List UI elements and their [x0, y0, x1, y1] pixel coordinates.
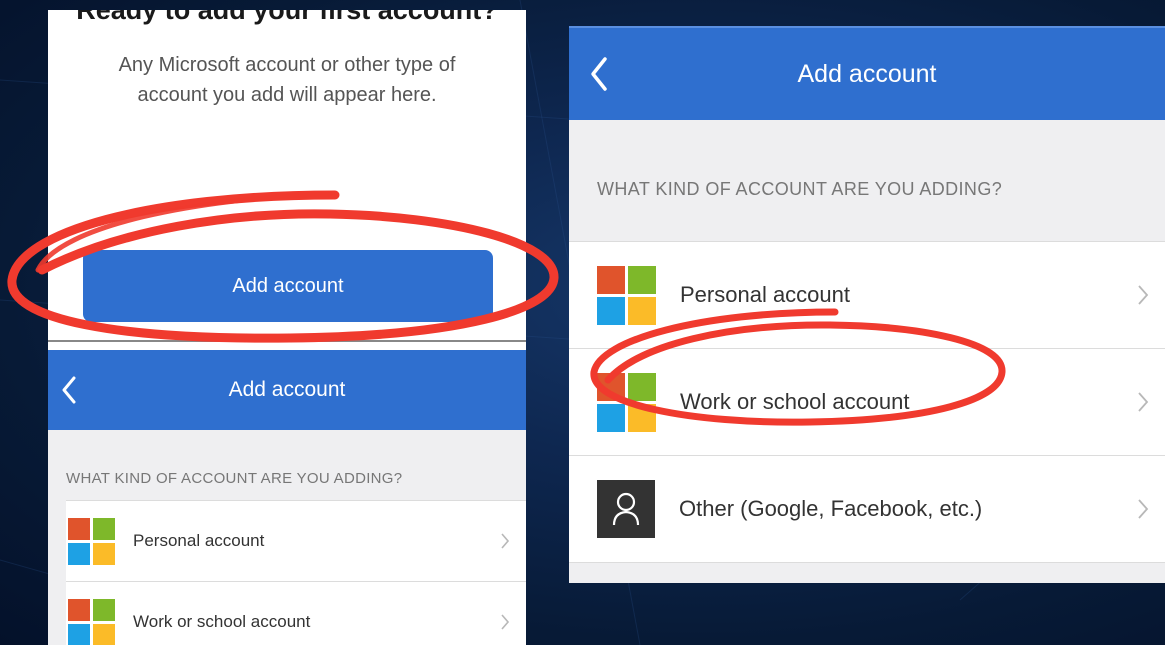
- list-item-label: Personal account: [133, 531, 265, 550]
- header-title: Add account: [228, 378, 346, 401]
- list-item-work-or-school-account[interactable]: Work or school account: [569, 349, 1165, 456]
- panel-divider: [48, 340, 526, 342]
- section-label: WHAT KIND OF ACCOUNT ARE YOU ADDING?: [66, 470, 403, 487]
- chevron-left-icon: [62, 376, 76, 404]
- add-account-header: Add account: [569, 26, 1165, 120]
- empty-state-section: Ready to add your first account? Any Mic…: [48, 10, 526, 340]
- chevron-right-icon: [1138, 285, 1149, 305]
- list-item-personal-account[interactable]: Personal account: [66, 500, 526, 582]
- microsoft-logo-icon: [68, 517, 115, 565]
- empty-state-heading: Ready to add your first account?: [76, 10, 498, 25]
- empty-state-description: Any Microsoft account or other type of a…: [118, 54, 456, 106]
- add-account-button[interactable]: Add account: [83, 250, 493, 322]
- chevron-right-icon: [1138, 499, 1149, 519]
- list-item-work-or-school-account[interactable]: Work or school account: [66, 582, 526, 645]
- back-button[interactable]: [54, 368, 84, 412]
- list-item-personal-account[interactable]: Personal account: [569, 241, 1165, 349]
- chevron-right-icon: [1138, 392, 1149, 412]
- left-screenshot-panel: Ready to add your first account? Any Mic…: [48, 10, 526, 645]
- right-screenshot-panel: Add account WHAT KIND OF ACCOUNT ARE YOU…: [569, 26, 1165, 583]
- chevron-left-icon: [591, 57, 607, 91]
- microsoft-logo-icon: [597, 372, 656, 432]
- chevron-right-icon: [501, 614, 510, 630]
- account-type-list: Personal account Work or school account …: [569, 241, 1165, 563]
- add-account-button-label: Add account: [232, 274, 344, 297]
- microsoft-logo-icon: [68, 598, 115, 645]
- list-item-label: Work or school account: [680, 389, 910, 414]
- list-item-label: Personal account: [680, 282, 850, 307]
- header-title: Add account: [797, 59, 937, 88]
- back-button[interactable]: [581, 50, 617, 98]
- microsoft-logo-icon: [597, 265, 656, 325]
- section-label: WHAT KIND OF ACCOUNT ARE YOU ADDING?: [597, 179, 1003, 199]
- list-item-label: Work or school account: [133, 612, 311, 631]
- list-item-other-account[interactable]: Other (Google, Facebook, etc.): [569, 456, 1165, 563]
- account-type-list: Personal account Work or school account: [66, 500, 526, 645]
- list-item-label: Other (Google, Facebook, etc.): [679, 496, 983, 521]
- person-icon: [597, 480, 655, 538]
- add-account-header: Add account: [48, 350, 526, 430]
- chevron-right-icon: [501, 533, 510, 549]
